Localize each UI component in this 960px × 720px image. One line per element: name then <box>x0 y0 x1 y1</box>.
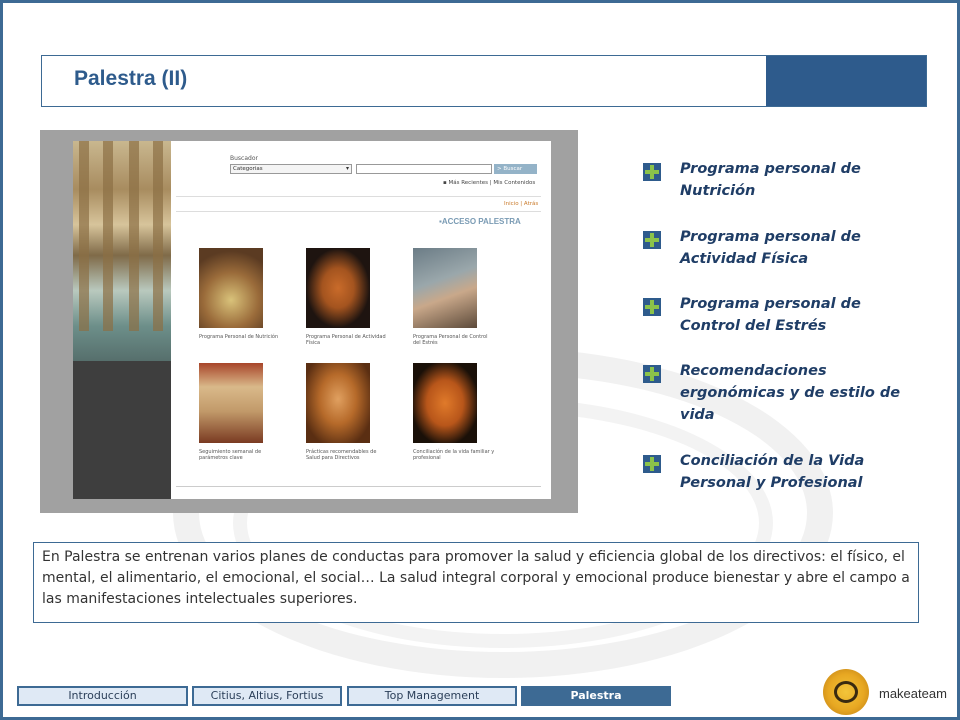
portal-screenshot-page: Buscador Categorias ▾ > Buscar ▪ Más Rec… <box>73 141 551 499</box>
greek-vase-athlete-image[interactable] <box>306 248 370 328</box>
thumbnail-caption[interactable]: Prácticas recomendables de Salud para Di… <box>306 449 388 461</box>
divider <box>176 486 541 487</box>
page-title: Palestra (II) <box>74 67 188 90</box>
thumbnail-caption[interactable]: Programa Personal de Actividad Física <box>306 334 388 346</box>
divider <box>176 196 541 197</box>
program-label: Conciliación de la Vida Personal y Profe… <box>680 453 865 491</box>
program-label: Programa personal de Actividad Física <box>680 229 861 267</box>
title-bar: Palestra (II) <box>41 55 927 107</box>
plus-icon <box>643 231 661 249</box>
description-box: En Palestra se entrenan varios planes de… <box>33 542 919 623</box>
recent-links[interactable]: ▪ Más Recientes | Mis Contenidos <box>443 180 535 186</box>
plus-icon <box>643 298 661 316</box>
thumbnail-caption[interactable]: Programa Personal de Control del Estrés <box>413 334 495 346</box>
sidebar-dark-panel <box>73 361 171 499</box>
search-button[interactable]: > Buscar <box>494 164 537 174</box>
breadcrumb[interactable]: Inicio | Atrás <box>504 201 538 207</box>
program-label: Recomendaciones ergonómicas y de estilo … <box>680 363 901 423</box>
tab-palestra[interactable]: Palestra <box>521 686 671 706</box>
tab-citius-altius-fortius[interactable]: Citius, Altius, Fortius <box>192 686 342 706</box>
recent-links-text: Más Recientes | Mis Contenidos <box>448 180 536 186</box>
section-title: ▪ACCESO PALESTRA <box>439 217 521 226</box>
tab-introduccion[interactable]: Introducción <box>17 686 188 706</box>
plus-icon <box>643 365 661 383</box>
category-select-value: Categorias <box>233 166 263 172</box>
search-input[interactable] <box>356 164 492 174</box>
search-label: Buscador <box>230 155 258 162</box>
slide-frame: Palestra (II) Buscador Categorias ▾ > Bu… <box>0 0 960 720</box>
divider <box>176 211 541 212</box>
makeateam-logo-icon <box>823 669 869 715</box>
logo-text: makeateam <box>879 686 947 701</box>
thumbnail-caption[interactable]: Programa Personal de Nutrición <box>199 334 281 340</box>
plus-icon <box>643 455 661 473</box>
program-label: Programa personal de Nutrición <box>680 161 861 199</box>
program-label: Programa personal de Control del Estrés <box>680 296 861 334</box>
classical-statue-image[interactable] <box>306 363 370 443</box>
section-title-text: ACCESO PALESTRA <box>441 217 521 226</box>
chevron-down-icon: ▾ <box>345 165 349 172</box>
tab-top-management[interactable]: Top Management <box>347 686 517 706</box>
thumbnail-caption[interactable]: Conciliación de la vida familiar y profe… <box>413 449 495 461</box>
category-select[interactable]: Categorias ▾ <box>230 164 352 174</box>
seated-figure-painting-image[interactable] <box>413 248 477 328</box>
roman-baths-photo <box>73 141 171 361</box>
plus-icon <box>643 163 661 181</box>
roman-fresco-image[interactable] <box>199 363 263 443</box>
fruit-mosaic-image[interactable] <box>199 248 263 328</box>
thumbnail-caption[interactable]: Seguimiento semanal de parámetros clave <box>199 449 281 461</box>
portal-screenshot: Buscador Categorias ▾ > Buscar ▪ Más Rec… <box>40 130 578 513</box>
greek-amphora-image[interactable] <box>413 363 477 443</box>
title-accent-block <box>766 56 926 106</box>
